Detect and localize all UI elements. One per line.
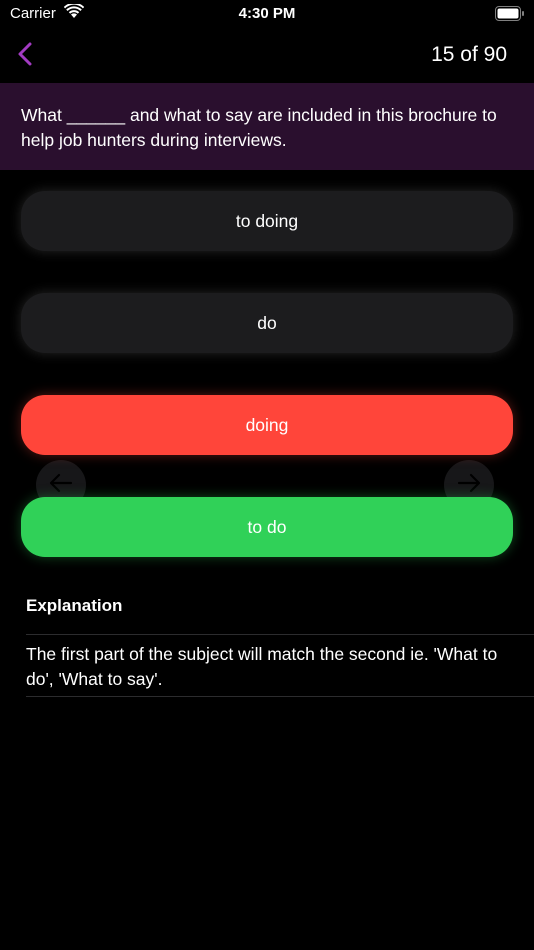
answer-option-4-correct[interactable]: to do [21, 497, 513, 557]
status-bar: Carrier 4:30 PM [0, 0, 534, 28]
explanation-heading: Explanation [26, 596, 123, 615]
answer-option-label: to do [247, 516, 287, 537]
answer-option-label: doing [245, 414, 289, 435]
answer-option-2[interactable]: do [21, 293, 513, 353]
navigation-bar: 15 of 90 [0, 30, 534, 82]
chevron-left-icon [12, 42, 42, 74]
answer-option-1[interactable]: to doing [21, 191, 513, 251]
question-counter: 15 of 90 [431, 43, 507, 66]
explanation-divider-top [26, 634, 534, 635]
battery-icon [495, 6, 525, 26]
answer-option-label: do [257, 312, 277, 333]
question-panel: What ______ and what to say are included… [0, 83, 534, 170]
question-text: What ______ and what to say are included… [21, 105, 497, 150]
explanation-text: The first part of the subject will match… [26, 644, 498, 689]
answer-option-label: to doing [235, 210, 299, 231]
answer-option-3-wrong[interactable]: doing [21, 395, 513, 455]
back-button[interactable] [12, 40, 42, 70]
status-time: 4:30 PM [238, 5, 296, 22]
explanation-divider-bottom [26, 696, 534, 697]
